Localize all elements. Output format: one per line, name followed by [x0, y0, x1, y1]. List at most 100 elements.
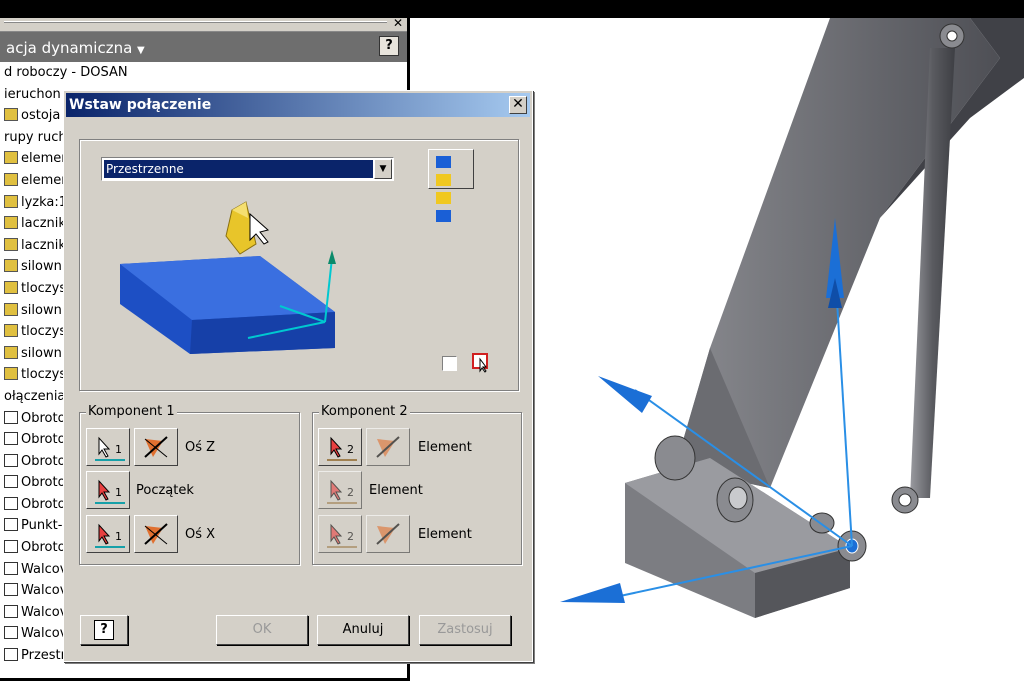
browser-header[interactable]: acja dynamiczna ▼ ?	[0, 32, 407, 62]
tree-item-label: Punkt-	[21, 518, 63, 534]
cancel-button[interactable]: Anuluj	[317, 615, 409, 645]
tree-item-label: Walcov	[21, 626, 68, 642]
joint-icon	[4, 561, 18, 575]
close-icon[interactable]: ✕	[393, 18, 403, 30]
tree-item-label: silown	[21, 302, 62, 318]
joint-icon	[4, 432, 18, 446]
c1-select-origin-button[interactable]: 1	[86, 471, 130, 509]
dialog-title: Wstaw połączenie	[69, 97, 212, 113]
c2-flip-element-1-button[interactable]	[366, 428, 410, 466]
part-icon	[4, 259, 18, 273]
part-icon	[4, 151, 18, 165]
c1-flip-x-axis-button[interactable]	[134, 515, 178, 553]
ok-button[interactable]: OK	[216, 615, 308, 645]
tree-item-label: Obroto	[21, 540, 66, 556]
tree-item-label: silown	[21, 259, 62, 275]
part-icon	[4, 108, 18, 122]
c2-row1-label: Element	[418, 440, 472, 455]
x-axis-arrow[interactable]	[560, 583, 625, 603]
joint-icon	[4, 453, 18, 467]
apply-button[interactable]: Zastosuj	[419, 615, 511, 645]
c1-row3-label: Oś X	[185, 527, 216, 542]
part-icon	[4, 367, 18, 381]
c2-row3-index: 2	[347, 530, 354, 543]
c2-select-element-3-button[interactable]: 2	[318, 515, 362, 553]
joint-icon	[4, 604, 18, 618]
tree-item-label: Przestr	[21, 648, 66, 664]
c1-row3-index: 1	[115, 530, 122, 543]
tree-item-label: rupy ruch	[4, 129, 67, 145]
panel-grip[interactable]	[4, 21, 387, 23]
part-icon	[4, 237, 18, 251]
screen: ✕ acja dynamiczna ▼ ? d roboczy - DOSAN i…	[0, 0, 1024, 681]
c2-select-element-1-button[interactable]: 2	[318, 428, 362, 466]
c1-row2-index: 1	[115, 486, 122, 499]
help-button[interactable]: ?	[80, 615, 128, 645]
panel-title-strip: ✕	[0, 18, 407, 32]
tree-item-label: tloczys	[21, 367, 67, 383]
part-icon	[4, 172, 18, 186]
insert-joint-dialog: Wstaw połączenie ✕ Przestrzenne ▼ Kompon…	[63, 90, 533, 662]
c2-row2-index: 2	[347, 486, 354, 499]
tree-item-label: Obroto	[21, 432, 66, 448]
tree-item-label: d roboczy - DOSAN	[4, 65, 128, 80]
joint-icon	[4, 648, 18, 662]
tree-item-label: tloczys	[21, 324, 67, 340]
c1-row1-index: 1	[115, 443, 122, 456]
c2-row2-label: Element	[369, 483, 423, 498]
tree-item[interactable]: d roboczy - DOSAN	[0, 62, 407, 84]
browser-header-label: acja dynamiczna	[6, 39, 133, 57]
tree-item-label: ieruchon	[4, 86, 61, 102]
tree-item-label: Obroto	[21, 453, 66, 469]
y-axis-arrow[interactable]	[598, 376, 652, 413]
c1-flip-z-axis-button[interactable]	[134, 428, 178, 466]
tree-item-label: ostoja	[21, 108, 61, 124]
c1-select-x-axis-button[interactable]: 1	[86, 515, 130, 553]
tree-item-label: Obroto	[21, 496, 66, 512]
tree-item-label: Obroto	[21, 410, 66, 426]
close-button[interactable]: ✕	[509, 96, 527, 114]
help-icon: ?	[94, 619, 114, 640]
part-icon	[4, 194, 18, 208]
joint-type-value: Przestrzenne	[104, 160, 373, 178]
tree-item-label: lacznik	[21, 237, 66, 253]
tree-item-label: lacznik	[21, 216, 66, 232]
c2-row1-index: 2	[347, 443, 354, 456]
c1-select-z-axis-button[interactable]: 1	[86, 428, 130, 466]
c1-row2-label: Początek	[136, 483, 194, 498]
flip-icon[interactable]	[472, 353, 490, 373]
part-icon	[4, 324, 18, 338]
component-2-title: Komponent 2	[319, 404, 410, 419]
tree-item-label: ołączenia	[4, 388, 66, 404]
dialog-title-bar[interactable]: Wstaw połączenie ✕	[66, 93, 530, 117]
part-icon	[4, 302, 18, 316]
joint-icon	[4, 475, 18, 489]
preview-checkbox[interactable]	[442, 356, 457, 371]
joint-icon	[4, 583, 18, 597]
tree-item-label: tloczys	[21, 280, 67, 296]
chevron-down-icon[interactable]: ▼	[374, 159, 392, 179]
joint-types-button[interactable]	[428, 149, 474, 222]
part-icon	[4, 345, 18, 359]
component-1-title: Komponent 1	[86, 404, 177, 419]
tree-item-label: silown	[21, 345, 62, 361]
c2-select-element-2-button[interactable]: 2	[318, 471, 362, 509]
part-icon	[4, 216, 18, 230]
tree-item-label: Walcov	[21, 583, 68, 599]
joint-type-select[interactable]: Przestrzenne ▼	[101, 157, 394, 181]
c2-row3-label: Element	[418, 527, 472, 542]
tree-item-label: Walcov	[21, 561, 68, 577]
c1-row1-label: Oś Z	[185, 440, 216, 455]
part-icon	[4, 280, 18, 294]
tree-item-label: Walcov	[21, 604, 68, 620]
help-icon[interactable]: ?	[379, 36, 399, 56]
chevron-down-icon[interactable]: ▼	[137, 45, 145, 56]
joint-icon	[4, 626, 18, 640]
tree-item-label: lyzka:1	[21, 194, 68, 210]
c2-flip-element-3-button[interactable]	[366, 515, 410, 553]
joint-icon	[4, 540, 18, 554]
joint-icon	[4, 410, 18, 424]
joint-icon	[4, 518, 18, 532]
tree-item-label: Obroto	[21, 475, 66, 491]
joint-icon	[4, 496, 18, 510]
